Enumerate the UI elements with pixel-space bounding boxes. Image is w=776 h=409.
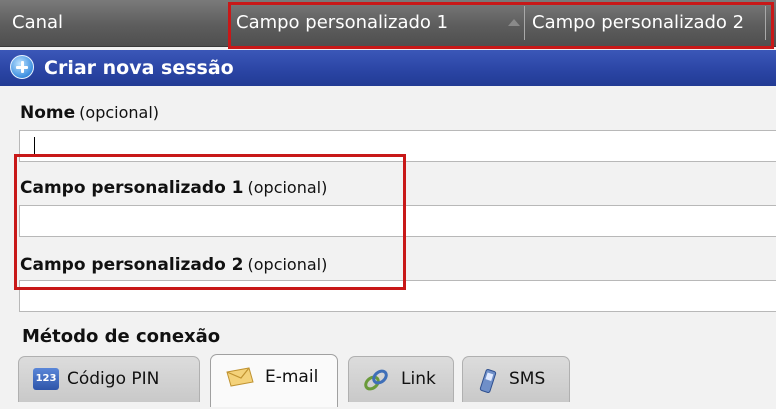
tab-email-label: E-mail [265,367,319,387]
connection-method-label: Método de conexão [22,326,221,347]
create-session-header: Criar nova sessão [0,50,776,86]
link-icon [364,369,388,391]
highlight-box-fields [14,154,406,290]
column-header-channel[interactable]: Canal [12,0,63,46]
connection-method-tabs: 123 Código PIN E-mail Link SMS [18,354,776,409]
mobile-phone-icon [479,369,497,393]
create-session-title[interactable]: Criar nova sessão [44,50,234,86]
plus-circle-icon[interactable] [10,55,34,79]
pin-code-icon: 123 [33,368,59,390]
name-label: Nome (opcional) [20,103,159,123]
tab-sms-label: SMS [509,369,546,389]
tab-link[interactable]: Link [348,356,454,402]
tab-email[interactable]: E-mail [210,354,338,407]
envelope-icon [226,367,254,387]
name-label-text: Nome [20,103,76,123]
tab-pin-code[interactable]: 123 Código PIN [18,356,200,402]
highlight-box-columns [228,2,774,49]
tab-sms[interactable]: SMS [462,356,570,402]
text-caret [34,137,35,155]
tab-pin-code-label: Código PIN [67,369,160,389]
tab-link-label: Link [401,369,436,389]
name-optional-text: (opcional) [79,103,160,122]
